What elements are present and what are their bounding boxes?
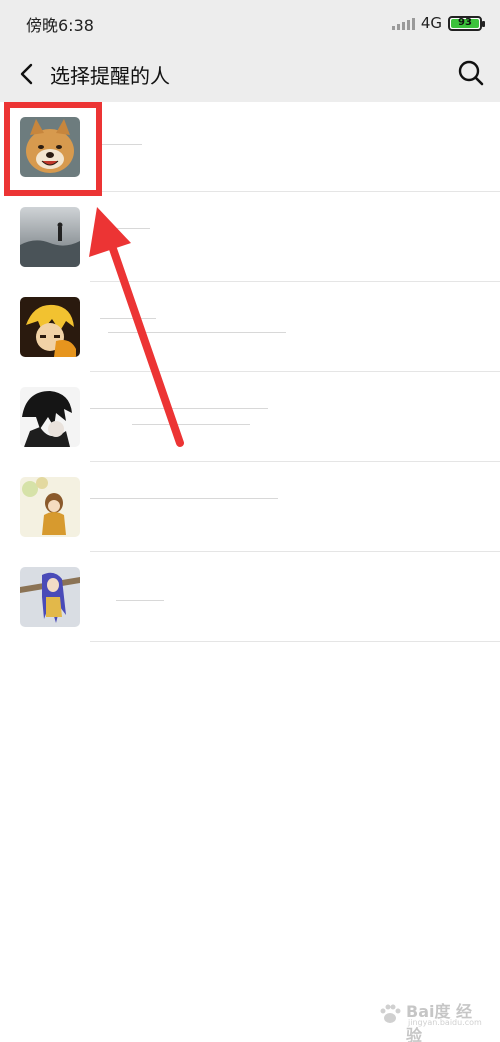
name-placeholder-line: [90, 498, 278, 499]
network-type: 4G: [420, 14, 442, 32]
name-placeholder-line: [116, 600, 164, 601]
name-placeholder-line: [110, 228, 150, 229]
name-placeholder-line: [132, 424, 250, 425]
signal-icon: [391, 16, 415, 30]
watermark-url: jingyan.baidu.com: [408, 1018, 482, 1027]
contact-row[interactable]: [0, 282, 500, 372]
battery-icon: 93: [448, 15, 485, 31]
contact-row[interactable]: [0, 552, 500, 642]
name-placeholder-line: [100, 318, 156, 319]
status-time: 傍晚6:38: [26, 16, 94, 35]
avatar-anime-autumn-girl: [20, 477, 80, 537]
highlight-box: [4, 102, 102, 196]
contact-row[interactable]: [0, 372, 500, 462]
name-placeholder-line: [90, 408, 268, 409]
status-indicators: 4G 93: [391, 12, 485, 34]
avatar-anime-silhouette: [20, 387, 80, 447]
avatar-person-in-mist: [20, 207, 80, 267]
watermark: Bai度 经验 jingyan.baidu.com: [378, 998, 482, 1042]
name-placeholder-line: [100, 144, 142, 145]
search-icon[interactable]: [456, 58, 486, 88]
avatar-anime-golden-hair: [20, 297, 80, 357]
avatar-anime-blue-hair: [20, 567, 80, 627]
status-bar: 傍晚6:38 4G 93: [0, 0, 500, 46]
contact-row[interactable]: [0, 192, 500, 282]
battery-level: 93: [458, 16, 472, 28]
contact-row[interactable]: [0, 462, 500, 552]
name-placeholder-line: [108, 332, 286, 333]
row-divider: [90, 641, 500, 642]
page-title: 选择提醒的人: [50, 64, 170, 88]
paw-icon: [380, 1004, 401, 1023]
back-arrow-icon[interactable]: [14, 60, 42, 88]
title-bar: 选择提醒的人: [0, 46, 500, 102]
